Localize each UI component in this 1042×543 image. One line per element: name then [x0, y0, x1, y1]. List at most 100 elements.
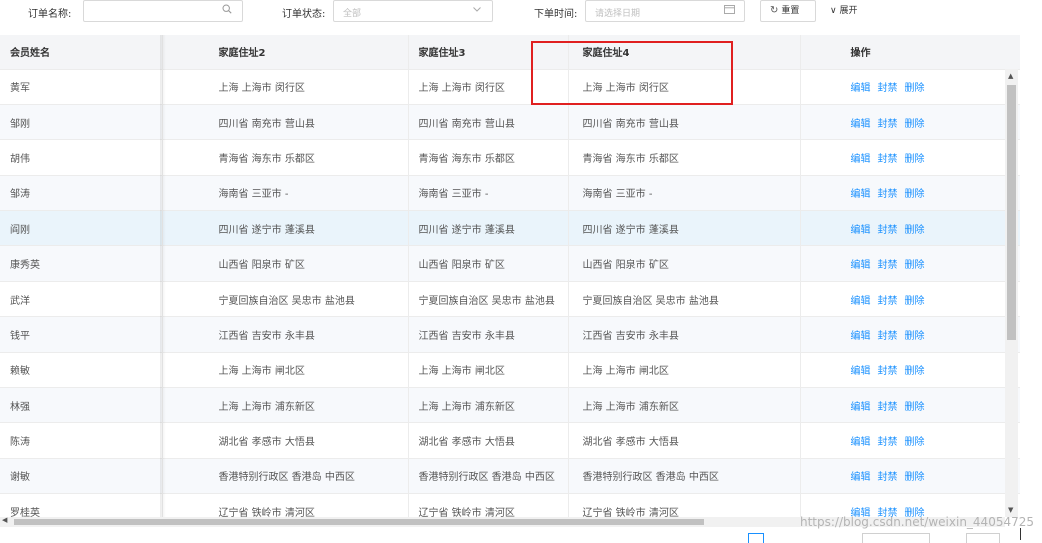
- delete-link[interactable]: 删除: [905, 437, 925, 448]
- delete-link[interactable]: 删除: [905, 189, 925, 200]
- table-row[interactable]: 赖敏 上海 上海市 闸北区 上海 上海市 闸北区 上海 上海市 闸北区 编辑 封禁 删除: [0, 352, 1020, 389]
- delete-link[interactable]: 删除: [905, 402, 925, 413]
- delete-link[interactable]: 删除: [905, 83, 925, 94]
- table-row[interactable]: 罗桂英 辽宁省 铁岭市 清河区 辽宁省 铁岭市 清河区 辽宁省 铁岭市 清河区 编辑 封禁…: [0, 493, 1020, 517]
- vertical-scroll-thumb[interactable]: [1007, 85, 1016, 340]
- column-header-address-2[interactable]: 家庭住址2: [162, 35, 409, 70]
- order-name-input[interactable]: [83, 0, 243, 22]
- cell-address-4: 江西省 吉安市 永丰县: [568, 316, 801, 353]
- fixed-column-shadow: [160, 35, 166, 517]
- cell-actions: 编辑 封禁 删除: [800, 139, 1020, 176]
- ban-link[interactable]: 封禁: [878, 189, 898, 200]
- delete-link[interactable]: 删除: [905, 296, 925, 307]
- edit-link[interactable]: 编辑: [851, 83, 871, 94]
- table-row[interactable]: 胡伟 青海省 海东市 乐都区 青海省 海东市 乐都区 青海省 海东市 乐都区 编辑 封禁删…: [0, 139, 1020, 176]
- edit-link[interactable]: 编辑: [851, 472, 871, 483]
- cell-actions: 编辑 封禁 删除: [800, 352, 1020, 389]
- delete-link[interactable]: 删除: [905, 119, 925, 130]
- table-row[interactable]: 康秀英 山西省 阳泉市 矿区 山西省 阳泉市 矿区 山西省 阳泉市 矿区 编辑 封禁 删除: [0, 245, 1020, 282]
- cell-address-3: 四川省 南充市 营山县: [408, 104, 569, 141]
- edit-link[interactable]: 编辑: [851, 331, 871, 342]
- order-date-placeholder: 请选择日期: [595, 9, 641, 19]
- delete-link[interactable]: 删除: [905, 154, 925, 165]
- table-row[interactable]: 陈涛 湖北省 孝感市 大悟县 湖北省 孝感市 大悟县 湖北省 孝感市 大悟县 编辑 封禁删…: [0, 422, 1020, 459]
- cell-actions: 编辑 封禁 删除: [800, 387, 1020, 424]
- edit-link[interactable]: 编辑: [851, 154, 871, 165]
- ban-link[interactable]: 封禁: [878, 472, 898, 483]
- cell-address-4: 海南省 三亚市 -: [568, 175, 801, 212]
- cell-address-2: 四川省 南充市 营山县: [162, 104, 409, 141]
- order-status-select[interactable]: 全部: [333, 0, 493, 22]
- cell-address-2: 辽宁省 铁岭市 清河区: [162, 493, 409, 517]
- delete-link[interactable]: 删除: [905, 260, 925, 271]
- reset-button[interactable]: ↻ 重置: [760, 0, 816, 22]
- order-status-label: 订单状态:: [282, 9, 326, 20]
- order-status-placeholder: 全部: [343, 9, 362, 19]
- cell-address-3: 辽宁省 铁岭市 清河区: [408, 493, 569, 517]
- cell-address-2: 湖北省 孝感市 大悟县: [162, 422, 409, 459]
- cell-member-name: 赖敏: [0, 352, 163, 389]
- delete-link[interactable]: 删除: [905, 331, 925, 342]
- table-row[interactable]: 林强 上海 上海市 浦东新区 上海 上海市 浦东新区 上海 上海市 浦东新区 编辑 封禁删…: [0, 387, 1020, 424]
- cell-address-3: 山西省 阳泉市 矿区: [408, 245, 569, 282]
- cell-member-name: 邹涛: [0, 175, 163, 212]
- ban-link[interactable]: 封禁: [878, 296, 898, 307]
- delete-link[interactable]: 删除: [905, 225, 925, 236]
- pagination-jump-input[interactable]: [966, 533, 1000, 543]
- edit-link[interactable]: 编辑: [851, 119, 871, 130]
- vertical-scrollbar[interactable]: ▲ ▼: [1005, 69, 1018, 517]
- cell-member-name: 阎刚: [0, 210, 163, 247]
- cell-address-4: 湖北省 孝感市 大悟县: [568, 422, 801, 459]
- search-icon[interactable]: [222, 4, 232, 19]
- delete-link[interactable]: 删除: [905, 472, 925, 483]
- table-row[interactable]: 阎刚 四川省 遂宁市 蓬溪县 四川省 遂宁市 蓬溪县 四川省 遂宁市 蓬溪县 编辑 封禁删…: [0, 210, 1020, 247]
- order-date-picker[interactable]: 请选择日期: [585, 0, 745, 22]
- pagination-current-page[interactable]: [748, 533, 764, 543]
- scroll-down-arrow-icon[interactable]: ▼: [1008, 506, 1013, 514]
- scroll-left-arrow-icon[interactable]: ◀: [2, 516, 7, 524]
- cell-address-2: 上海 上海市 闵行区: [162, 69, 409, 105]
- pagination-size-select[interactable]: [862, 533, 930, 543]
- cell-actions: 编辑 封禁 删除: [800, 458, 1020, 495]
- cell-actions: 编辑 封禁 删除: [800, 493, 1020, 517]
- ban-link[interactable]: 封禁: [878, 437, 898, 448]
- edit-link[interactable]: 编辑: [851, 437, 871, 448]
- table-row[interactable]: 黄军 上海 上海市 闵行区 上海 上海市 闵行区 上海 上海市 闵行区 编辑 封禁 删除: [0, 69, 1020, 105]
- table-row[interactable]: 谢敏 香港特别行政区 香港岛 中西区 香港特别行政区 香港岛 中西区 香港特别行政区 …: [0, 458, 1020, 495]
- ban-link[interactable]: 封禁: [878, 260, 898, 271]
- ban-link[interactable]: 封禁: [878, 366, 898, 377]
- table-row[interactable]: 钱平 江西省 吉安市 永丰县 江西省 吉安市 永丰县 江西省 吉安市 永丰县 编辑 封禁删…: [0, 316, 1020, 353]
- cell-address-2: 宁夏回族自治区 吴忠市 盐池县: [162, 281, 409, 318]
- edit-link[interactable]: 编辑: [851, 260, 871, 271]
- edit-link[interactable]: 编辑: [851, 189, 871, 200]
- delete-link[interactable]: 删除: [905, 366, 925, 377]
- table-row[interactable]: 邹涛 海南省 三亚市 - 海南省 三亚市 - 海南省 三亚市 - 编辑 封禁 删除: [0, 175, 1020, 212]
- cell-address-4: 上海 上海市 浦东新区: [568, 387, 801, 424]
- member-table: 会员姓名 家庭住址2 家庭住址3 家庭住址4 操作 黄军 上海 上海市 闵行区 上海…: [0, 35, 1020, 517]
- edit-link[interactable]: 编辑: [851, 402, 871, 413]
- ban-link[interactable]: 封禁: [878, 83, 898, 94]
- table-row[interactable]: 武洋 宁夏回族自治区 吴忠市 盐池县 宁夏回族自治区 吴忠市 盐池县 宁夏回族自治区 …: [0, 281, 1020, 318]
- ban-link[interactable]: 封禁: [878, 119, 898, 130]
- watermark: https://blog.csdn.net/weixin_44054725: [799, 515, 1034, 529]
- column-header-member-name[interactable]: 会员姓名: [0, 35, 163, 70]
- ban-link[interactable]: 封禁: [878, 331, 898, 342]
- cell-member-name: 钱平: [0, 316, 163, 353]
- ban-link[interactable]: 封禁: [878, 225, 898, 236]
- edit-link[interactable]: 编辑: [851, 296, 871, 307]
- horizontal-scroll-thumb[interactable]: [14, 519, 704, 525]
- filter-bar: 订单名称: 订单状态: 全部 下单时间: 请选择日期 ↻ 重置 ∨ 展开: [0, 0, 1042, 26]
- scroll-up-arrow-icon[interactable]: ▲: [1008, 72, 1013, 80]
- chevron-down-icon: [472, 4, 482, 19]
- ban-link[interactable]: 封禁: [878, 154, 898, 165]
- table-row[interactable]: 邹刚 四川省 南充市 营山县 四川省 南充市 营山县 四川省 南充市 营山县 编辑 封禁删…: [0, 104, 1020, 141]
- cell-member-name: 康秀英: [0, 245, 163, 282]
- edit-link[interactable]: 编辑: [851, 225, 871, 236]
- cell-address-2: 上海 上海市 浦东新区: [162, 387, 409, 424]
- edit-link[interactable]: 编辑: [851, 366, 871, 377]
- cell-address-3: 青海省 海东市 乐都区: [408, 139, 569, 176]
- cell-member-name: 黄军: [0, 69, 163, 105]
- cell-actions: 编辑 封禁 删除: [800, 422, 1020, 459]
- ban-link[interactable]: 封禁: [878, 402, 898, 413]
- expand-button[interactable]: ∨ 展开: [830, 3, 857, 19]
